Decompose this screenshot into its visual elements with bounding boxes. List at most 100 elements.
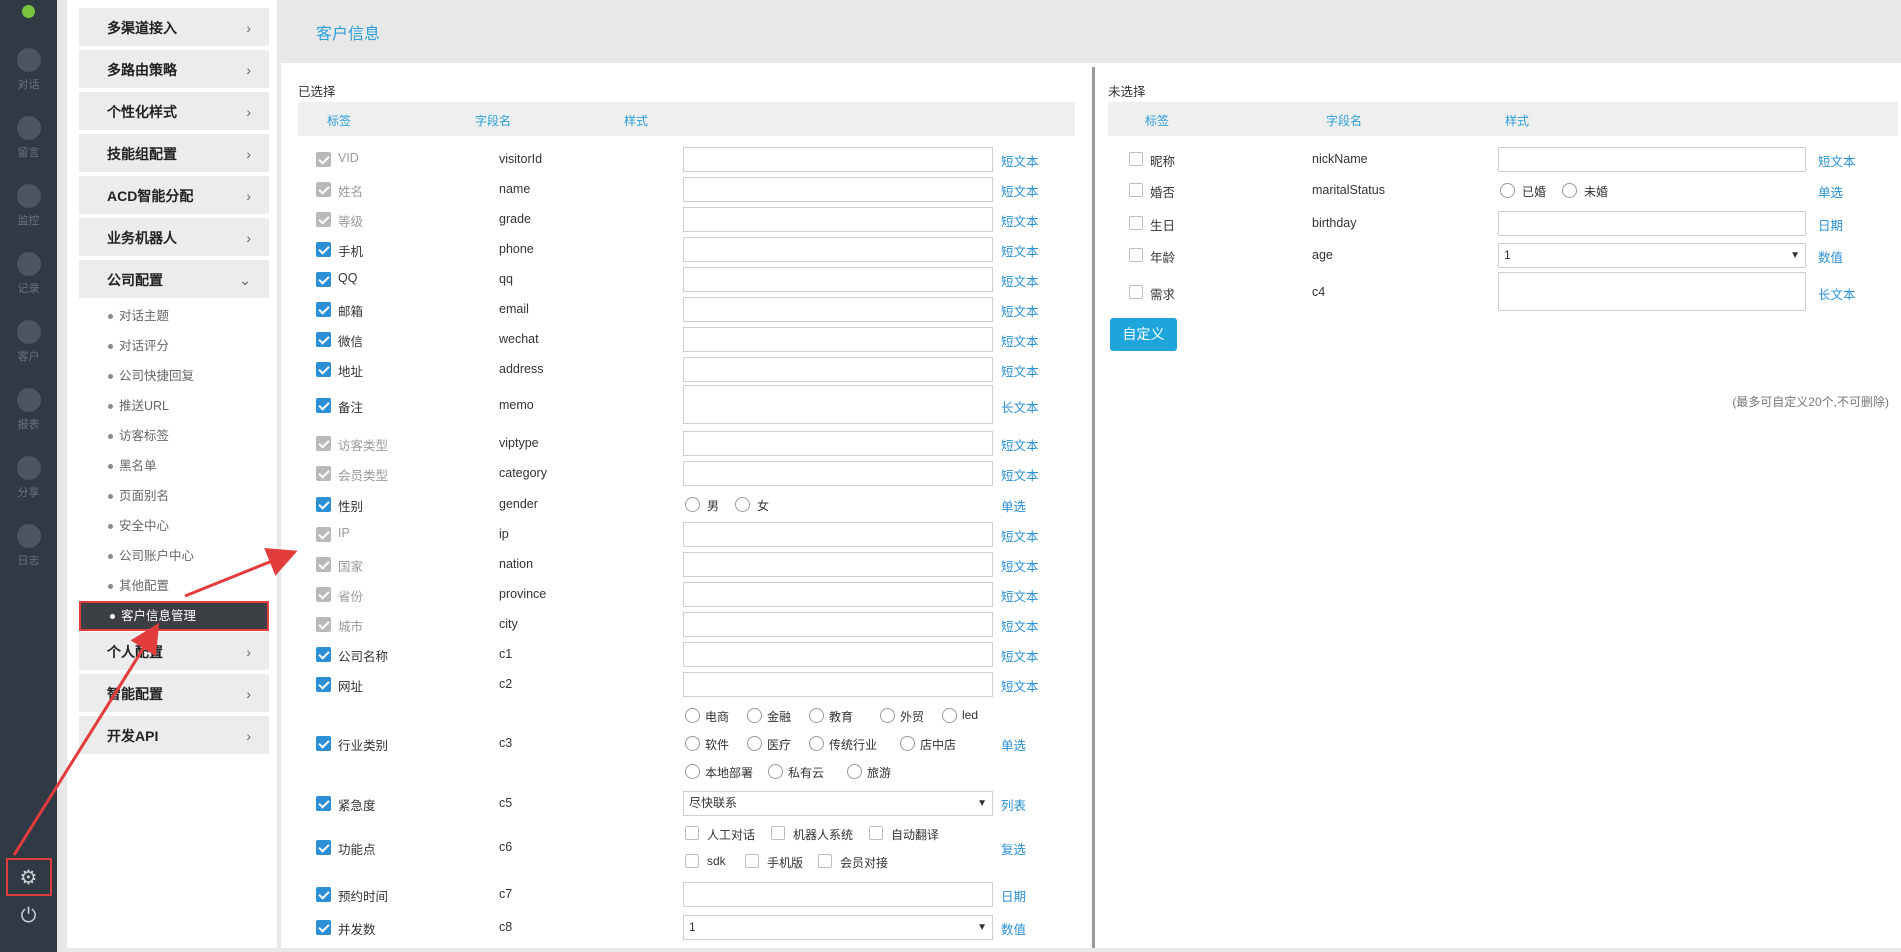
- text-input[interactable]: [683, 612, 993, 637]
- radio-option[interactable]: [900, 736, 915, 751]
- submenu-item[interactable]: 对话评分: [79, 331, 269, 361]
- row-checkbox[interactable]: [316, 887, 331, 902]
- menu-group[interactable]: 个性化样式 ›: [79, 92, 269, 132]
- text-input[interactable]: [683, 461, 993, 486]
- row-style-link[interactable]: 日期: [1818, 215, 1843, 234]
- menu-group[interactable]: 业务机器人 ›: [79, 218, 269, 258]
- row-style-link[interactable]: 单选: [1818, 182, 1843, 201]
- submenu-item[interactable]: 页面别名: [79, 481, 269, 511]
- text-input[interactable]: [1498, 211, 1806, 236]
- row-style-link[interactable]: 单选: [1001, 735, 1026, 754]
- radio-option[interactable]: [809, 708, 824, 723]
- row-checkbox[interactable]: [316, 647, 331, 662]
- radio-option[interactable]: [942, 708, 957, 723]
- text-area[interactable]: [1498, 272, 1806, 311]
- text-input[interactable]: [683, 267, 993, 292]
- row-checkbox[interactable]: [1129, 248, 1143, 262]
- row-checkbox[interactable]: [316, 840, 331, 855]
- row-checkbox[interactable]: [316, 796, 331, 811]
- row-checkbox[interactable]: [316, 677, 331, 692]
- row-checkbox[interactable]: [1129, 216, 1143, 230]
- row-checkbox[interactable]: [1129, 285, 1143, 299]
- submenu-item[interactable]: 访客标签: [79, 421, 269, 451]
- text-input[interactable]: [683, 642, 993, 667]
- row-checkbox[interactable]: [316, 302, 331, 317]
- radio-option[interactable]: [685, 764, 700, 779]
- row-checkbox[interactable]: [1129, 183, 1143, 197]
- row-checkbox[interactable]: [316, 242, 331, 257]
- rail-item-5[interactable]: 报表: [0, 374, 57, 442]
- submenu-item[interactable]: 其他配置: [79, 571, 269, 601]
- row-checkbox[interactable]: [316, 332, 331, 347]
- menu-group[interactable]: 公司配置 ⌄: [79, 260, 269, 300]
- row-style-link[interactable]: 短文本: [1001, 435, 1039, 454]
- row-style-link[interactable]: 列表: [1001, 795, 1026, 814]
- rail-item-7[interactable]: 日志: [0, 510, 57, 578]
- radio-option[interactable]: [768, 764, 783, 779]
- row-style-link[interactable]: 短文本: [1818, 151, 1856, 170]
- text-input[interactable]: [683, 552, 993, 577]
- row-style-link[interactable]: 短文本: [1001, 676, 1039, 695]
- row-style-link[interactable]: 数值: [1001, 919, 1026, 938]
- submenu-item[interactable]: 黑名单: [79, 451, 269, 481]
- rail-item-3[interactable]: 记录: [0, 238, 57, 306]
- row-style-link[interactable]: 长文本: [1001, 397, 1039, 416]
- row-style-link[interactable]: 短文本: [1001, 526, 1039, 545]
- rail-item-2[interactable]: 监控: [0, 170, 57, 238]
- text-input[interactable]: [683, 147, 993, 172]
- row-checkbox[interactable]: [316, 272, 331, 287]
- checkbox-option[interactable]: [869, 826, 883, 840]
- text-input[interactable]: [683, 207, 993, 232]
- text-input[interactable]: [683, 582, 993, 607]
- radio-option[interactable]: [1500, 183, 1515, 198]
- submenu-item[interactable]: 对话主题: [79, 301, 269, 331]
- radio-option[interactable]: [880, 708, 895, 723]
- submenu-item[interactable]: 公司快捷回复: [79, 361, 269, 391]
- rail-item-0[interactable]: 对话: [0, 34, 57, 102]
- row-style-link[interactable]: 短文本: [1001, 181, 1039, 200]
- row-style-link[interactable]: 短文本: [1001, 271, 1039, 290]
- row-checkbox[interactable]: [1129, 152, 1143, 166]
- text-input[interactable]: [683, 237, 993, 262]
- submenu-item[interactable]: 公司账户中心: [79, 541, 269, 571]
- custom-field-button[interactable]: 自定义: [1110, 318, 1177, 351]
- row-style-link[interactable]: 短文本: [1001, 331, 1039, 350]
- row-style-link[interactable]: 短文本: [1001, 616, 1039, 635]
- row-style-link[interactable]: 短文本: [1001, 361, 1039, 380]
- row-style-link[interactable]: 长文本: [1818, 284, 1856, 303]
- row-style-link[interactable]: 日期: [1001, 886, 1026, 905]
- row-style-link[interactable]: 短文本: [1001, 241, 1039, 260]
- power-icon[interactable]: ⏻: [0, 898, 57, 934]
- rail-item-4[interactable]: 客户: [0, 306, 57, 374]
- radio-option[interactable]: [735, 497, 750, 512]
- text-input[interactable]: [683, 522, 993, 547]
- text-input[interactable]: [683, 672, 993, 697]
- text-input[interactable]: [1498, 147, 1806, 172]
- row-style-link[interactable]: 单选: [1001, 496, 1026, 515]
- text-input[interactable]: [683, 327, 993, 352]
- submenu-item[interactable]: 客户信息管理: [79, 601, 269, 631]
- rail-item-6[interactable]: 分享: [0, 442, 57, 510]
- menu-group[interactable]: 多渠道接入 ›: [79, 8, 269, 48]
- checkbox-option[interactable]: [685, 854, 699, 868]
- checkbox-option[interactable]: [818, 854, 832, 868]
- row-style-link[interactable]: 短文本: [1001, 151, 1039, 170]
- radio-option[interactable]: [685, 497, 700, 512]
- submenu-item[interactable]: 安全中心: [79, 511, 269, 541]
- menu-group[interactable]: 多路由策略 ›: [79, 50, 269, 90]
- row-style-link[interactable]: 短文本: [1001, 586, 1039, 605]
- radio-option[interactable]: [747, 736, 762, 751]
- text-input[interactable]: [683, 882, 993, 907]
- select-field[interactable]: 尽快联系 ▼: [683, 791, 993, 816]
- select-field[interactable]: 1 ▼: [1498, 243, 1806, 268]
- row-style-link[interactable]: 短文本: [1001, 556, 1039, 575]
- menu-group[interactable]: ACD智能分配 ›: [79, 176, 269, 216]
- row-style-link[interactable]: 数值: [1818, 247, 1843, 266]
- row-checkbox[interactable]: [316, 736, 331, 751]
- radio-option[interactable]: [809, 736, 824, 751]
- radio-option[interactable]: [747, 708, 762, 723]
- radio-option[interactable]: [847, 764, 862, 779]
- row-checkbox[interactable]: [316, 398, 331, 413]
- text-input[interactable]: [683, 177, 993, 202]
- row-checkbox[interactable]: [316, 920, 331, 935]
